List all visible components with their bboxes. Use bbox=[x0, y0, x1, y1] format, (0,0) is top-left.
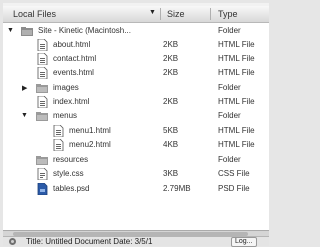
tree-row-name: index.html bbox=[53, 97, 90, 106]
tree-row-size: 2KB bbox=[163, 54, 179, 63]
css-file-icon bbox=[37, 168, 48, 180]
tree-row-type: Folder bbox=[218, 155, 241, 164]
html-file-icon bbox=[53, 125, 64, 137]
tree-row-size: 2KB bbox=[163, 97, 179, 106]
tree-row-size: 2KB bbox=[163, 68, 179, 77]
html-file-icon bbox=[53, 139, 64, 151]
tree-row-folder[interactable]: ▶ images Folder bbox=[3, 81, 269, 95]
tree-row-name: Site - Kinetic (Macintosh... bbox=[38, 26, 131, 35]
tree-row-name: images bbox=[53, 83, 79, 92]
tree-row-site[interactable]: ▼ Site - Kinetic (Macintosh... Folder bbox=[3, 24, 269, 38]
column-divider[interactable] bbox=[160, 8, 161, 20]
folder-icon bbox=[36, 156, 48, 165]
file-tree: ▼ Site - Kinetic (Macintosh... Folder ab… bbox=[3, 23, 269, 233]
tree-row-file[interactable]: contact.html 2KB HTML File bbox=[3, 52, 269, 66]
html-file-icon bbox=[37, 67, 48, 79]
tree-row-name: contact.html bbox=[53, 54, 97, 63]
column-header-local-files[interactable]: Local Files bbox=[13, 9, 56, 19]
tree-row-type: PSD File bbox=[218, 184, 250, 193]
tree-row-name: about.html bbox=[53, 40, 91, 49]
files-header: Local Files ▼ Size Type bbox=[3, 6, 269, 23]
column-divider[interactable] bbox=[210, 8, 211, 20]
tree-row-folder[interactable]: ▼ menus Folder bbox=[3, 109, 269, 123]
tree-row-name: resources bbox=[53, 155, 89, 164]
expanded-triangle-icon[interactable]: ▼ bbox=[7, 27, 14, 34]
tree-row-file[interactable]: tables.psd 2.79MB PSD File bbox=[3, 182, 269, 196]
tree-row-file[interactable]: about.html 2KB HTML File bbox=[3, 38, 269, 52]
collapsed-triangle-icon[interactable]: ▶ bbox=[22, 84, 27, 92]
column-header-type[interactable]: Type bbox=[218, 9, 238, 19]
tree-row-file[interactable]: events.html 2KB HTML File bbox=[3, 66, 269, 80]
sort-down-arrow-icon[interactable]: ▼ bbox=[149, 9, 156, 16]
html-file-icon bbox=[37, 96, 48, 108]
tree-row-type: HTML File bbox=[218, 68, 255, 77]
html-file-icon bbox=[37, 53, 48, 65]
tree-row-type: HTML File bbox=[218, 54, 255, 63]
html-file-icon bbox=[37, 39, 48, 51]
tree-row-size: 2KB bbox=[163, 40, 179, 49]
tree-row-file[interactable]: menu1.html 5KB HTML File bbox=[3, 124, 269, 138]
tree-row-type: CSS File bbox=[218, 169, 250, 178]
tree-row-name: menus bbox=[53, 111, 78, 120]
expanded-triangle-icon[interactable]: ▼ bbox=[21, 112, 28, 119]
tree-row-type: Folder bbox=[218, 83, 241, 92]
site-folder-icon bbox=[21, 27, 33, 36]
tree-row-name: tables.psd bbox=[53, 184, 90, 193]
tree-row-size: 2.79MB bbox=[163, 184, 191, 193]
tree-row-name: menu2.html bbox=[69, 140, 111, 149]
tree-row-file[interactable]: style.css 3KB CSS File bbox=[3, 167, 269, 181]
log-button[interactable]: Log... bbox=[231, 237, 257, 247]
tree-row-file[interactable]: menu2.html 4KB HTML File bbox=[3, 138, 269, 152]
tree-row-size: 4KB bbox=[163, 140, 179, 149]
tree-row-folder[interactable]: resources Folder bbox=[3, 153, 269, 167]
tree-row-type: Folder bbox=[218, 26, 241, 35]
tree-row-type: HTML File bbox=[218, 40, 255, 49]
folder-icon bbox=[36, 112, 48, 121]
tree-row-file[interactable]: index.html 2KB HTML File bbox=[3, 95, 269, 109]
tree-row-name: events.html bbox=[53, 68, 94, 77]
psd-file-icon bbox=[37, 183, 48, 195]
tree-row-type: Folder bbox=[218, 111, 241, 120]
tree-row-name: style.css bbox=[53, 169, 84, 178]
column-header-size[interactable]: Size bbox=[167, 9, 185, 19]
tree-row-name: menu1.html bbox=[69, 126, 111, 135]
tree-row-type: HTML File bbox=[218, 140, 255, 149]
tree-row-size: 3KB bbox=[163, 169, 179, 178]
tree-row-type: HTML File bbox=[218, 126, 255, 135]
tree-row-type: HTML File bbox=[218, 97, 255, 106]
folder-icon bbox=[36, 84, 48, 93]
tree-row-size: 5KB bbox=[163, 126, 179, 135]
